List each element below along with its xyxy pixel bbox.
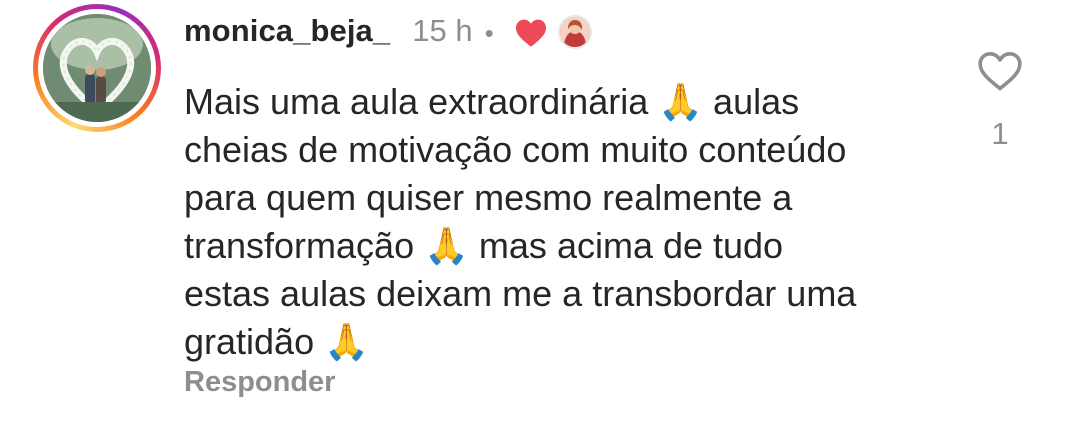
reply-button[interactable]: Responder — [184, 366, 335, 399]
like-area: 1 — [970, 50, 1030, 152]
heart-filled-icon — [515, 19, 546, 47]
comment-time: 15 h — [412, 13, 473, 48]
like-count: 1 — [991, 116, 1009, 151]
creator-avatar — [557, 15, 592, 49]
comment-header: monica_beja_ 15 h • — [184, 6, 592, 56]
username-link[interactable]: monica_beja_ — [184, 13, 390, 49]
avatar[interactable] — [43, 14, 151, 122]
heart-outline-icon[interactable] — [977, 50, 1023, 92]
comment-item: monica_beja_ 15 h • Mais uma aula extrao… — [0, 0, 1079, 429]
comment-text: Mais uma aula extraordinária 🙏 aulas che… — [184, 81, 857, 362]
separator-dot: • — [484, 17, 494, 48]
